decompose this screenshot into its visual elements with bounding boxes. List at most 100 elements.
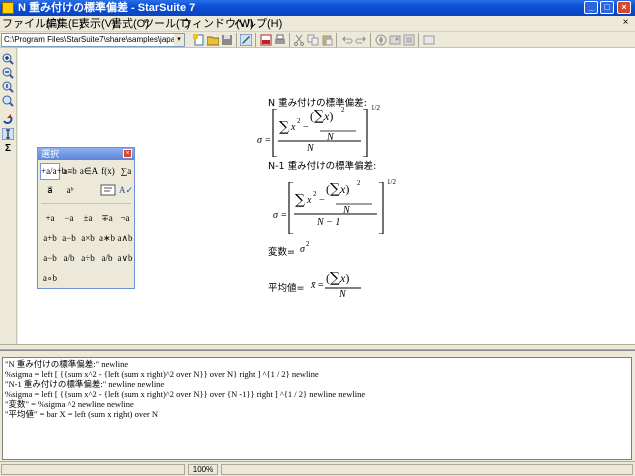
op-slash[interactable]: a/b xyxy=(97,250,117,267)
toolbar-separator xyxy=(236,33,237,47)
update-icon[interactable] xyxy=(2,114,14,126)
paren-group: (∑x) xyxy=(326,181,350,197)
op-not[interactable]: ¬a xyxy=(115,210,135,227)
palette-relations[interactable]: a≡b xyxy=(60,163,80,180)
palette-attributes[interactable]: a⃗ xyxy=(40,182,60,199)
new-document-icon[interactable] xyxy=(193,34,205,46)
close-button[interactable]: × xyxy=(617,1,631,14)
export-pdf-icon[interactable] xyxy=(260,34,272,46)
exponent-half: 1/2 xyxy=(387,178,396,186)
command-line: "変数" = %sigma ^2 newline newline xyxy=(5,399,134,409)
menu-bar: ファイル(F) 編集(E) 表示(V) 書式(O) ツール(T) ウィンドウ(W… xyxy=(0,16,635,32)
palette-functions[interactable]: f(x) xyxy=(98,163,118,180)
gallery-icon[interactable] xyxy=(389,34,401,46)
redo-icon[interactable] xyxy=(355,34,367,46)
op-or[interactable]: a∨b xyxy=(115,250,135,267)
equals-sign: = xyxy=(318,280,324,291)
toolbar-separator xyxy=(336,33,337,47)
command-line: "N-1 重み付けの標準偏差:" newline newline xyxy=(5,379,165,389)
undo-icon[interactable] xyxy=(341,34,353,46)
op-fraction[interactable]: a/b xyxy=(59,250,79,267)
formula2-label: N-1 重み付けの標準偏差: xyxy=(268,161,377,172)
command-line: "N 重み付けの標準偏差:" newline xyxy=(5,359,129,369)
x-variable: x xyxy=(307,195,312,206)
title-bar: N 重み付けの標準偏差 - StarSuite 7 _ □ × xyxy=(0,0,635,16)
zoom-icon[interactable] xyxy=(423,34,435,46)
chevron-down-icon[interactable]: ▾ xyxy=(174,34,184,46)
minimize-button[interactable]: _ xyxy=(584,1,598,14)
data-sources-icon[interactable] xyxy=(403,34,415,46)
zoom-100-icon[interactable] xyxy=(2,81,14,93)
paste-icon[interactable] xyxy=(321,34,333,46)
superscript-2: 2 xyxy=(306,240,310,248)
zoom-in-icon[interactable] xyxy=(2,53,14,65)
sum-symbol: ∑ xyxy=(295,192,305,208)
toolbar-separator xyxy=(370,33,371,47)
print-icon[interactable] xyxy=(274,34,286,46)
load-url-value: C:\Program Files\StarSuite7\share\sample… xyxy=(4,35,174,44)
op-concatenate[interactable]: a∘b xyxy=(40,270,60,287)
palette-close-icon[interactable]: × xyxy=(123,149,132,158)
show-all-icon[interactable] xyxy=(2,95,14,107)
op-positive[interactable]: +a xyxy=(40,210,60,227)
N-minus-1-denominator: N − 1 xyxy=(317,217,341,228)
toolbar-separator xyxy=(255,33,256,47)
status-message xyxy=(1,464,185,475)
palette-set-operations[interactable]: a∈A xyxy=(79,163,99,180)
sigma-symbol: σ xyxy=(273,210,278,221)
function-toolbar: C:\Program Files\StarSuite7\share\sample… xyxy=(0,32,635,48)
edit-file-icon[interactable] xyxy=(240,34,252,46)
superscript-2: 2 xyxy=(357,179,361,187)
paren-group: (∑x) xyxy=(310,108,334,124)
paren-group: (∑x) xyxy=(326,270,350,286)
cut-icon[interactable] xyxy=(293,34,305,46)
maximize-button[interactable]: □ xyxy=(600,1,614,14)
N-denominator: N xyxy=(339,289,346,300)
superscript-2: 2 xyxy=(313,190,317,198)
palette-formats[interactable] xyxy=(98,182,118,199)
op-times[interactable]: a×b xyxy=(78,230,98,247)
command-line: %sigma = left [ {{sum x^2 - {left (sum x… xyxy=(5,369,319,379)
navigator-icon[interactable] xyxy=(375,34,387,46)
window-title: N 重み付けの標準偏差 - StarSuite 7 xyxy=(18,2,196,14)
palette-unary-binary-ops[interactable]: +a/a+b xyxy=(40,163,66,180)
variance-label: 変数= xyxy=(268,247,295,258)
menu-edit[interactable]: 編集(E) xyxy=(46,17,83,31)
op-plus-minus[interactable]: ±a xyxy=(78,210,98,227)
op-negative[interactable]: −a xyxy=(59,210,79,227)
save-icon[interactable] xyxy=(221,34,233,46)
load-url-combo[interactable]: C:\Program Files\StarSuite7\share\sample… xyxy=(1,33,185,47)
sum-symbol: ∑ xyxy=(279,119,289,135)
op-multiply[interactable]: a∗b xyxy=(97,230,117,247)
symbols-icon[interactable]: Σ xyxy=(2,143,14,155)
op-add[interactable]: a+b xyxy=(40,230,60,247)
minus-sign: − xyxy=(303,122,309,133)
palette-title: 選択 xyxy=(41,149,60,159)
formula1-label: N 重み付けの標準偏差: xyxy=(268,98,367,109)
palette-separator xyxy=(41,203,131,204)
N-denominator: N xyxy=(307,143,314,154)
toolbar-separator xyxy=(418,33,419,47)
op-subtract[interactable]: a−b xyxy=(59,230,79,247)
command-line: "平均値" = bar X = left (sum x right) over … xyxy=(5,409,158,419)
op-minus-plus[interactable]: ∓a xyxy=(97,210,117,227)
palette-title-bar[interactable]: 選択 × xyxy=(38,148,134,160)
menu-help[interactable]: ヘルプ(H) xyxy=(234,17,282,31)
mean-label: 平均値= xyxy=(268,283,305,294)
palette-others[interactable]: A✓ xyxy=(116,182,136,199)
document-close-icon[interactable]: × xyxy=(620,18,631,29)
commands-editor[interactable]: "N 重み付けの標準偏差:" newline %sigma = left [ {… xyxy=(2,357,632,460)
op-divide[interactable]: a÷b xyxy=(78,250,98,267)
op-minus[interactable]: a−b xyxy=(40,250,60,267)
formula-cursor-icon[interactable] xyxy=(2,128,14,140)
copy-icon[interactable] xyxy=(307,34,319,46)
superscript-2: 2 xyxy=(341,106,345,114)
palette-operators[interactable]: ∑a xyxy=(116,163,136,180)
zoom-level[interactable]: 100% xyxy=(188,464,218,475)
x-bar: x̄ xyxy=(311,280,316,291)
palette-brackets[interactable]: aᵇ xyxy=(60,182,80,199)
open-folder-icon[interactable] xyxy=(207,34,219,46)
main-toolbar: Σ xyxy=(0,48,17,348)
zoom-out-icon[interactable] xyxy=(2,67,14,79)
op-and[interactable]: a∧b xyxy=(115,230,135,247)
